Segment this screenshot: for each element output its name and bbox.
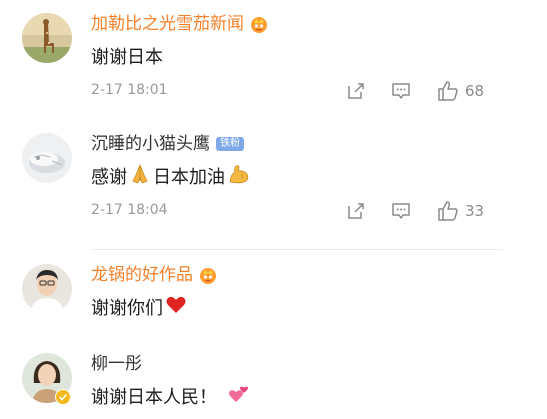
comment-text-part: 感谢	[91, 167, 127, 188]
giraffe-avatar-image	[22, 13, 72, 63]
like-count: 33	[465, 202, 485, 220]
comment-text-row: 谢谢日本人民！	[91, 382, 251, 410]
owl-avatar-image	[22, 133, 72, 183]
revolving-hearts-emoji	[227, 382, 251, 411]
comment-item: 沉睡的小猫头鹰 铁粉 感谢 日本加油 2-17 18:04 33	[0, 120, 547, 240]
avatar[interactable]	[22, 13, 72, 63]
reply-button[interactable]	[391, 79, 411, 103]
comment-icon	[392, 83, 410, 99]
username-link[interactable]: 柳一彤	[91, 352, 142, 376]
like-button[interactable]: 33	[437, 199, 484, 223]
username-link[interactable]: 沉睡的小猫头鹰	[91, 132, 210, 156]
comment-item: 龙锅的好作品 谢谢你们	[0, 250, 547, 340]
comment-meta: 2-17 18:04 33	[91, 199, 521, 223]
share-icon	[348, 83, 364, 99]
timestamp: 2-17 18:01	[91, 82, 168, 98]
thumbs-up-icon	[438, 201, 458, 221]
verified-badge-icon	[55, 389, 71, 405]
comment-text-row: 感谢 日本加油	[91, 162, 251, 190]
person-avatar-image	[22, 264, 72, 314]
like-count: 68	[465, 82, 485, 100]
comment-item: 柳一彤 谢谢日本人民！	[0, 340, 547, 419]
share-icon	[348, 203, 364, 219]
reply-button[interactable]	[391, 199, 411, 223]
red-heart-emoji	[165, 294, 187, 321]
share-button[interactable]	[346, 79, 366, 103]
username-row: 龙锅的好作品	[91, 263, 217, 287]
username-row: 柳一彤	[91, 352, 142, 376]
avatar[interactable]	[22, 264, 72, 314]
comment-meta: 2-17 18:01 68	[91, 79, 521, 103]
comment-text-row: 谢谢日本	[91, 42, 163, 70]
username-link[interactable]: 龙锅的好作品	[91, 263, 193, 287]
thumbs-up-icon	[438, 81, 458, 101]
comment-text-row: 谢谢你们	[91, 293, 187, 321]
comment-icon	[392, 203, 410, 219]
timestamp: 2-17 18:04	[91, 202, 168, 218]
avatar[interactable]	[22, 133, 72, 183]
comment-text: 谢谢日本	[91, 47, 163, 68]
username-row: 沉睡的小猫头鹰 铁粉	[91, 132, 244, 156]
fan-badge: 铁粉	[216, 137, 244, 151]
comment-text: 谢谢日本人民！	[91, 387, 217, 408]
crown-icon	[250, 15, 268, 33]
like-button[interactable]: 68	[437, 79, 484, 103]
comment-text-part: 日本加油	[153, 167, 225, 188]
username-link[interactable]: 加勒比之光雪茄新闻	[91, 12, 244, 36]
comment-item: 加勒比之光雪茄新闻 谢谢日本 2-17 18:01 68	[0, 0, 547, 120]
username-row: 加勒比之光雪茄新闻	[91, 12, 268, 36]
comment-text: 谢谢你们	[91, 298, 163, 319]
flexed-biceps-emoji	[227, 162, 251, 191]
share-button[interactable]	[346, 199, 366, 223]
pray-emoji	[129, 163, 151, 190]
crown-icon	[199, 266, 217, 284]
